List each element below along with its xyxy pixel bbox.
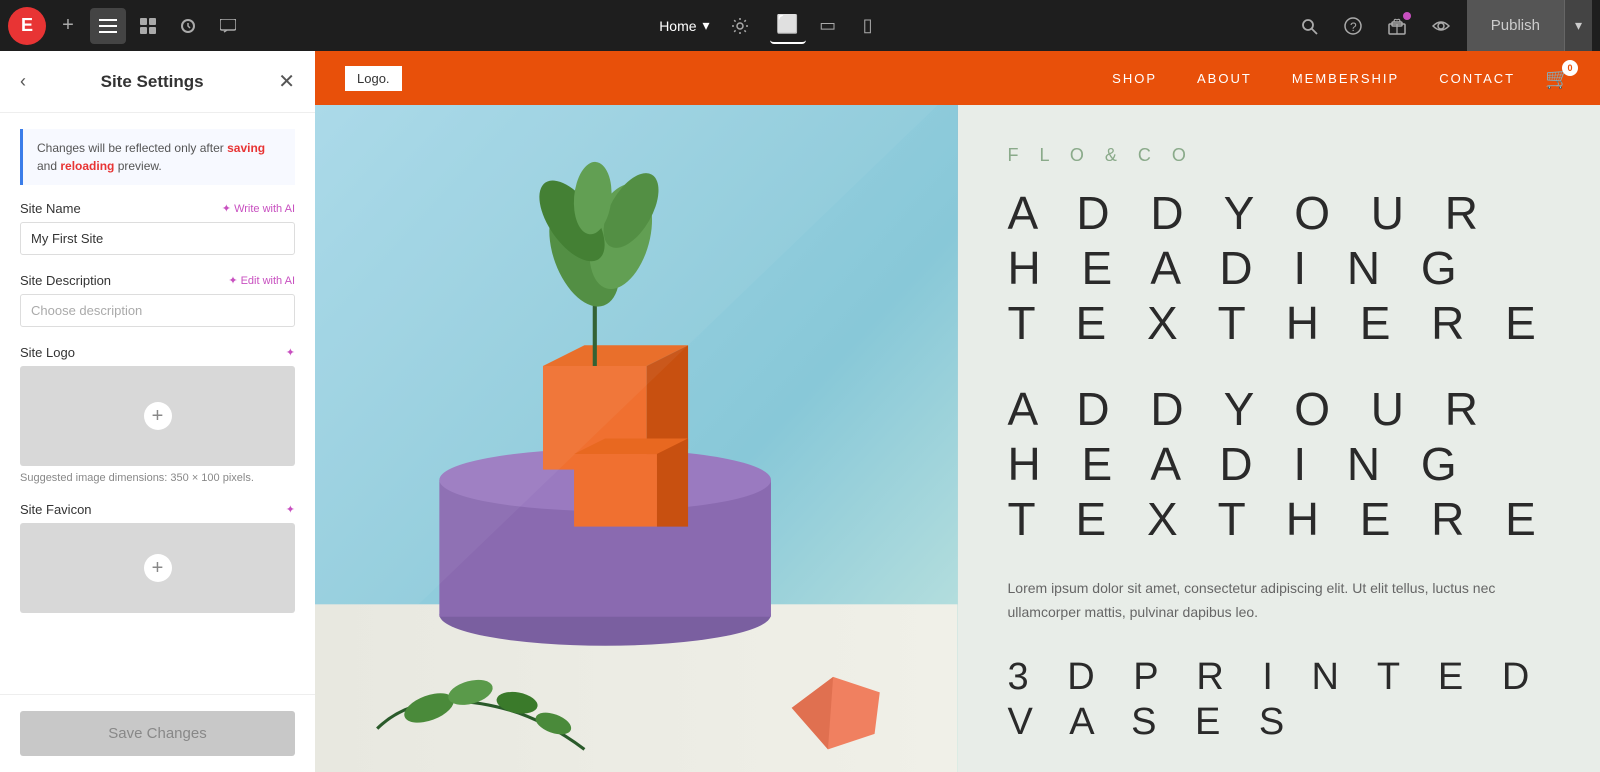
panel-body: Site Name ✦ Write with AI Site Descripti…	[0, 201, 315, 694]
publish-button[interactable]: Publish	[1467, 0, 1564, 51]
nav-link-membership[interactable]: MEMBERSHIP	[1292, 71, 1399, 86]
nav-logo[interactable]: Logo.	[345, 66, 402, 91]
info-middle: and	[37, 159, 60, 173]
info-text-before: Changes will be reflected only after	[37, 141, 227, 155]
notification-dot	[1403, 12, 1411, 20]
site-favicon-group: Site Favicon ✦ +	[20, 502, 295, 613]
toolbar-left: E +	[0, 7, 254, 45]
nav-cart-icon[interactable]: 🛒 0	[1545, 66, 1570, 91]
nav-link-contact[interactable]: CONTACT	[1439, 71, 1515, 86]
help-button[interactable]: ?	[1335, 8, 1371, 44]
page-selector-chevron: ▾	[703, 17, 710, 34]
brand-name: F L O & C O	[1008, 145, 1551, 166]
hero-image	[315, 105, 958, 772]
save-changes-button[interactable]: Save Changes	[20, 711, 295, 756]
svg-text:?: ?	[1350, 20, 1357, 34]
page-settings-button[interactable]	[722, 8, 758, 44]
plant-illustration	[315, 105, 958, 772]
hero-text-area: F L O & C O A D D Y O U RH E A D I N GT …	[958, 105, 1600, 772]
website-preview: Logo. SHOP ABOUT MEMBERSHIP CONTACT 🛒 0	[315, 51, 1600, 772]
history-button[interactable]	[170, 8, 206, 44]
info-saving-link[interactable]: saving	[227, 141, 265, 155]
mobile-view-button[interactable]: ▯	[850, 8, 886, 44]
gift-button[interactable]	[1379, 8, 1415, 44]
site-logo-label: Site Logo	[20, 345, 75, 360]
elementor-logo-button[interactable]: E	[8, 7, 46, 45]
nav-link-about[interactable]: ABOUT	[1197, 71, 1252, 86]
navigator-button[interactable]	[130, 8, 166, 44]
hero-body-text: Lorem ipsum dolor sit amet, consectetur …	[1008, 577, 1551, 625]
info-banner: Changes will be reflected only after sav…	[20, 129, 295, 185]
panel-header: ‹ Site Settings ✕	[0, 51, 315, 113]
panel-toggle-button[interactable]	[90, 8, 126, 44]
site-logo-label-row: Site Logo ✦	[20, 345, 295, 360]
site-name-label-row: Site Name ✦ Write with AI	[20, 201, 295, 216]
site-favicon-label: Site Favicon	[20, 502, 92, 517]
comments-button[interactable]	[210, 8, 246, 44]
site-logo-ai-button[interactable]: ✦	[286, 346, 295, 359]
nav-link-shop[interactable]: SHOP	[1112, 71, 1157, 86]
hero-heading-1: A D D Y O U RH E A D I N GT E X T H E R …	[1008, 186, 1551, 352]
info-after: preview.	[114, 159, 161, 173]
tablet-view-button[interactable]: ▭	[810, 8, 846, 44]
publish-chevron-button[interactable]: ▾	[1564, 0, 1592, 51]
site-name-label: Site Name	[20, 201, 81, 216]
site-favicon-ai-button[interactable]: ✦	[286, 503, 295, 516]
site-favicon-label-row: Site Favicon ✦	[20, 502, 295, 517]
favicon-upload-area[interactable]: +	[20, 523, 295, 613]
top-toolbar: E +	[0, 0, 1600, 51]
site-settings-panel: ‹ Site Settings ✕ Changes will be reflec…	[0, 51, 315, 772]
site-name-ai-button[interactable]: ✦ Write with AI	[222, 202, 295, 215]
toolbar-right: ? Publish ▾	[1291, 0, 1600, 51]
site-name-input[interactable]	[20, 222, 295, 255]
logo-upload-plus-icon: +	[144, 402, 172, 430]
site-logo-group: Site Logo ✦ + Suggested image dimensions…	[20, 345, 295, 484]
toolbar-center: Home ▾ ⬜ ▭ ▯	[254, 8, 1291, 44]
logo-upload-area[interactable]: +	[20, 366, 295, 466]
hero-bottom-heading: 3 D P R I N T E DV A S E S	[1008, 655, 1551, 746]
panel-title: Site Settings	[101, 72, 204, 92]
content-area: F L O & C O A D D Y O U RH E A D I N GT …	[315, 105, 1600, 772]
preview-button[interactable]	[1423, 8, 1459, 44]
publish-button-group: Publish ▾	[1467, 0, 1592, 51]
desktop-view-button[interactable]: ⬜	[770, 8, 806, 44]
site-description-label-row: Site Description ✦ Edit with AI	[20, 273, 295, 288]
nav-links: SHOP ABOUT MEMBERSHIP CONTACT	[1112, 71, 1515, 86]
search-button[interactable]	[1291, 8, 1327, 44]
device-buttons: ⬜ ▭ ▯	[770, 8, 886, 44]
canvas-area: Logo. SHOP ABOUT MEMBERSHIP CONTACT 🛒 0	[315, 51, 1600, 772]
website-nav-bar: Logo. SHOP ABOUT MEMBERSHIP CONTACT 🛒 0	[315, 51, 1600, 105]
cart-badge: 0	[1562, 60, 1578, 76]
site-description-label: Site Description	[20, 273, 111, 288]
site-name-group: Site Name ✦ Write with AI	[20, 201, 295, 255]
add-element-button[interactable]: +	[50, 8, 86, 44]
site-description-group: Site Description ✦ Edit with AI	[20, 273, 295, 327]
panel-footer: Save Changes	[0, 694, 315, 772]
page-name: Home	[659, 18, 696, 34]
site-description-ai-button[interactable]: ✦ Edit with AI	[228, 274, 295, 287]
site-description-input[interactable]	[20, 294, 295, 327]
main-area: ‹ Site Settings ✕ Changes will be reflec…	[0, 51, 1600, 772]
panel-close-button[interactable]: ✕	[278, 69, 295, 94]
panel-back-button[interactable]: ‹	[20, 71, 26, 92]
page-selector[interactable]: Home ▾	[659, 17, 709, 34]
logo-suggested-dimensions: Suggested image dimensions: 350 × 100 pi…	[20, 472, 295, 484]
favicon-upload-plus-icon: +	[144, 554, 172, 582]
hero-heading-2: A D D Y O U RH E A D I N GT E X T H E R …	[1008, 382, 1551, 548]
info-reloading-link[interactable]: reloading	[60, 159, 114, 173]
